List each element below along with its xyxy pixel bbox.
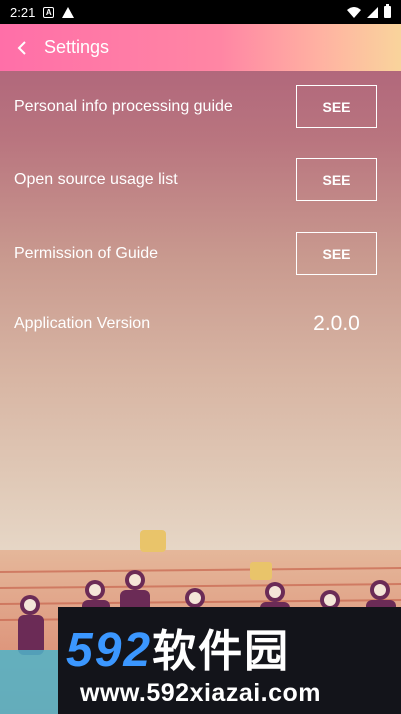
row-label: Permission of Guide — [14, 244, 159, 262]
signal-icon — [367, 6, 378, 18]
page-title: Settings — [44, 37, 110, 57]
watermark-url: www.592xiazai.com — [80, 679, 322, 707]
see-button-open-source[interactable]: SEE — [296, 158, 377, 201]
see-button-permission[interactable]: SEE — [296, 232, 377, 275]
battery-icon — [384, 4, 391, 18]
app-bar: Settings — [0, 24, 401, 71]
wifi-icon — [347, 7, 361, 18]
row-label: Open source usage list — [14, 170, 178, 188]
warning-icon — [62, 6, 75, 18]
status-bar: 2:21 A — [0, 0, 401, 24]
settings-row-permission: Permission of Guide SEE — [14, 232, 377, 275]
back-button[interactable] — [2, 24, 42, 71]
see-button-personal-info[interactable]: SEE — [296, 85, 377, 128]
watermark-number: 592 — [66, 624, 153, 677]
version-label: Application Version — [14, 315, 151, 332]
a-icon: A — [43, 6, 55, 18]
settings-row-version: Application Version 2.0.0 — [14, 308, 377, 340]
row-label: Personal info processing guide — [14, 97, 233, 115]
status-time: 2:21 — [10, 4, 36, 20]
settings-row-personal-info: Personal info processing guide SEE — [14, 85, 377, 128]
watermark-logo: 592软件园 — [66, 615, 290, 679]
settings-row-open-source: Open source usage list SEE — [14, 158, 377, 201]
back-arrow-icon — [17, 40, 26, 55]
version-value: 2.0.0 — [313, 312, 360, 335]
status-right — [347, 4, 391, 18]
status-left: 2:21 A — [10, 4, 75, 20]
watermark-cn-text: 软件园 — [152, 627, 291, 676]
watermark-banner: 592软件园 www.592xiazai.com — [58, 607, 401, 714]
